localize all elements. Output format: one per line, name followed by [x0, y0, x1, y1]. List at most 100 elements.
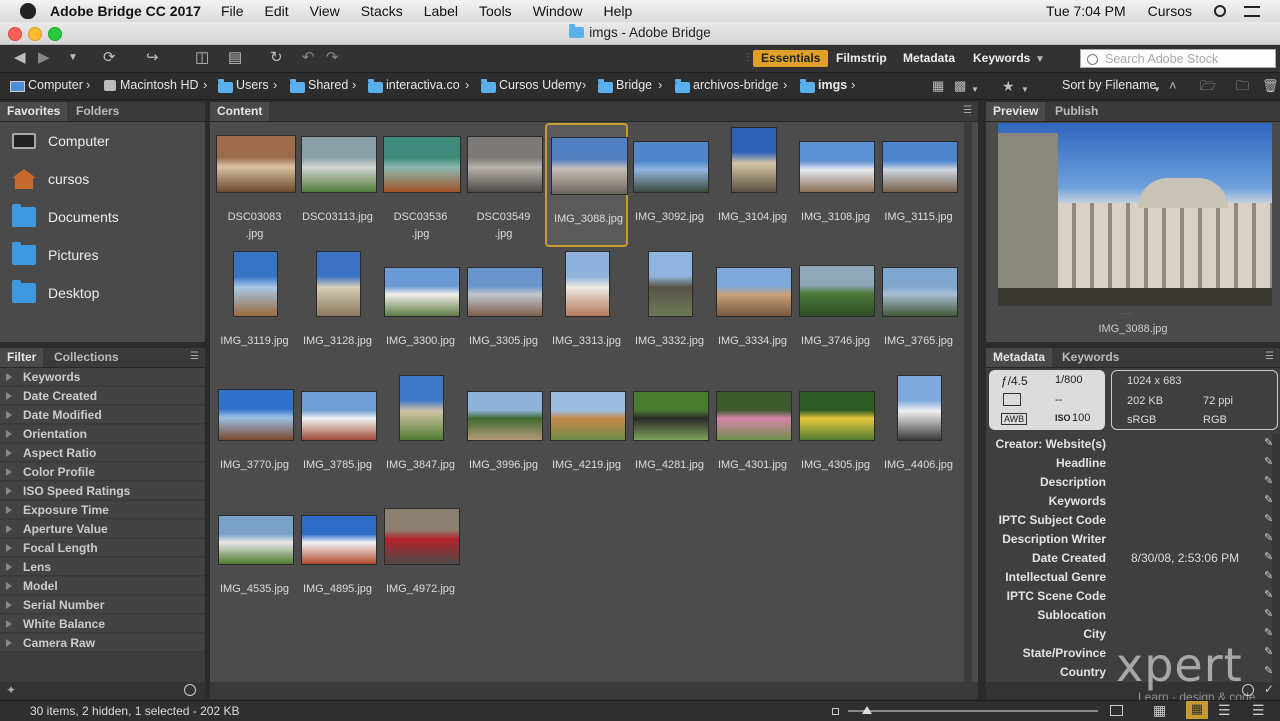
filter-category[interactable]: Date Created	[0, 387, 205, 405]
favorite-documents[interactable]: Documents	[0, 199, 119, 235]
spotlight-search-icon[interactable]	[1214, 5, 1226, 17]
pin-icon[interactable]: ✦	[6, 683, 16, 697]
grid-view-icon[interactable]: ▦	[1153, 702, 1166, 719]
metadata-field[interactable]: Intellectual Genre ✎	[986, 568, 1276, 587]
return-icon[interactable]: ↪	[146, 50, 159, 66]
filter-category[interactable]: Focal Length	[0, 539, 205, 557]
filter-category[interactable]: Orientation	[0, 425, 205, 443]
thumbnail-item[interactable]: IMG_4895.jpg	[296, 495, 379, 619]
thumbnail-image[interactable]	[384, 267, 460, 317]
thumbnail-image[interactable]	[633, 141, 709, 193]
menu-file[interactable]: File	[221, 3, 244, 19]
notification-center-icon[interactable]	[1244, 5, 1260, 17]
rotate-left-icon[interactable]: ↶	[302, 50, 315, 66]
thumbnail-image[interactable]	[216, 135, 296, 193]
crumb-bridge[interactable]: Bridge	[616, 78, 652, 92]
filter-category[interactable]: Date Modified	[0, 406, 205, 424]
zoom-window-button[interactable]	[48, 27, 62, 41]
crumb-cursos-udemy[interactable]: Cursos Udemy	[499, 78, 582, 92]
thumbnail-item[interactable]: DSC03549 .jpg	[462, 123, 545, 247]
workspace-filmstrip[interactable]: Filmstrip	[828, 50, 895, 67]
thumbnail-image[interactable]	[551, 137, 628, 195]
menu-tools[interactable]: Tools	[479, 3, 512, 19]
menu-stacks[interactable]: Stacks	[361, 3, 403, 19]
metadata-field[interactable]: Date Created 8/30/08, 2:53:06 PM ✎	[986, 549, 1276, 568]
thumbnail-image[interactable]	[716, 267, 792, 317]
thumbnail-image[interactable]	[218, 389, 294, 441]
metadata-field[interactable]: Creator: Website(s) ✎	[986, 435, 1276, 454]
chevron-down-icon[interactable]: ▼	[68, 50, 78, 66]
thumbnail-image[interactable]	[799, 265, 875, 317]
clear-filter-icon[interactable]	[184, 684, 196, 696]
metadata-field[interactable]: Description Writer ✎	[986, 530, 1276, 549]
thumbnail-image[interactable]	[233, 251, 278, 317]
metadata-field-value[interactable]: 8/30/08, 2:53:06 PM	[1131, 549, 1239, 568]
thumbnail-item[interactable]: IMG_3088.jpg	[545, 123, 628, 247]
back-icon[interactable]: ◀	[14, 50, 26, 66]
sort-ascending-icon[interactable]: ˄	[1169, 78, 1177, 94]
filter-category[interactable]: Aperture Value	[0, 520, 205, 538]
panel-menu-icon[interactable]: ☰	[1265, 351, 1274, 362]
tab-favorites[interactable]: Favorites	[0, 102, 68, 121]
thumbnail-image[interactable]	[301, 136, 377, 193]
thumbnail-item[interactable]: DSC03536 .jpg	[379, 123, 462, 247]
tab-metadata[interactable]: Metadata	[986, 348, 1053, 367]
thumbnail-image[interactable]	[399, 375, 444, 441]
thumbnail-image[interactable]	[316, 251, 361, 317]
refine-icon[interactable]: ▤	[228, 50, 242, 66]
metadata-field[interactable]: IPTC Subject Code ✎	[986, 511, 1276, 530]
filter-category[interactable]: ISO Speed Ratings	[0, 482, 205, 500]
thumbnail-image[interactable]	[731, 127, 777, 193]
crumb-users[interactable]: Users	[236, 78, 269, 92]
filter-category[interactable]: Aspect Ratio	[0, 444, 205, 462]
panel-menu-icon[interactable]: ☰	[190, 351, 199, 362]
metadata-field[interactable]: IPTC Scene Code ✎	[986, 587, 1276, 606]
apple-icon[interactable]	[20, 3, 36, 19]
thumbnail-item[interactable]: IMG_3115.jpg	[877, 123, 960, 247]
slider-thumb[interactable]	[862, 706, 872, 714]
sort-by-dropdown[interactable]: Sort by Filename	[1062, 78, 1156, 92]
menu-view[interactable]: View	[310, 3, 340, 19]
metadata-field[interactable]: Description ✎	[986, 473, 1276, 492]
close-window-button[interactable]	[8, 27, 22, 41]
thumbnail-item[interactable]: IMG_3313.jpg	[545, 247, 628, 371]
favorite-pictures[interactable]: Pictures	[0, 237, 99, 273]
list-view-icon[interactable]: ☰	[1252, 702, 1265, 719]
workspace-keywords[interactable]: Keywords	[965, 50, 1038, 67]
crumb-macintosh-hd[interactable]: Macintosh HD	[120, 78, 199, 92]
thumbnail-image[interactable]	[799, 141, 875, 193]
thumbnail-item[interactable]: IMG_3332.jpg	[628, 247, 711, 371]
filter-category[interactable]: White Balance	[0, 615, 205, 633]
menu-edit[interactable]: Edit	[265, 3, 289, 19]
tab-publish[interactable]: Publish	[1048, 102, 1105, 121]
thumbnail-item[interactable]: IMG_3108.jpg	[794, 123, 877, 247]
rotate-sync-icon[interactable]: ↻	[270, 50, 283, 66]
thumbnail-image[interactable]	[383, 136, 461, 193]
filter-category[interactable]: Keywords	[0, 368, 205, 386]
thumbnail-item[interactable]: IMG_3092.jpg	[628, 123, 711, 247]
crumb-computer[interactable]: Computer	[28, 78, 83, 92]
thumbnail-image[interactable]	[565, 251, 610, 317]
menu-help[interactable]: Help	[603, 3, 632, 19]
thumbnail-item[interactable]: IMG_3119.jpg	[213, 247, 296, 371]
filter-category[interactable]: Exposure Time	[0, 501, 205, 519]
crumb-imgs[interactable]: imgs	[818, 78, 847, 92]
thumbnail-item[interactable]: IMG_3128.jpg	[296, 247, 379, 371]
tab-keywords[interactable]: Keywords	[1055, 348, 1126, 367]
menu-label[interactable]: Label	[424, 3, 458, 19]
menu-window[interactable]: Window	[533, 3, 583, 19]
thumbnail-quality-icon[interactable]: ▩	[954, 78, 966, 94]
rotate-right-icon[interactable]: ↷	[326, 50, 339, 66]
crumb-archivos-bridge[interactable]: archivos-bridge	[693, 78, 778, 92]
thumbnail-item[interactable]: IMG_4281.jpg	[628, 371, 711, 495]
zoom-in-icon[interactable]	[1110, 705, 1123, 716]
filter-category[interactable]: Camera Raw	[0, 634, 205, 652]
clock[interactable]: Tue 7:04 PM	[1046, 3, 1126, 19]
stock-search-input[interactable]: Search Adobe Stock	[1080, 49, 1276, 68]
trash-icon[interactable]: 🗑	[1262, 78, 1279, 94]
thumbnail-image[interactable]	[648, 251, 693, 317]
star-filter-icon[interactable]: ★	[1002, 78, 1015, 94]
panel-menu-icon[interactable]: ☰	[963, 105, 972, 116]
workspace-essentials[interactable]: Essentials	[753, 50, 829, 67]
thumbnail-image[interactable]	[882, 267, 958, 317]
